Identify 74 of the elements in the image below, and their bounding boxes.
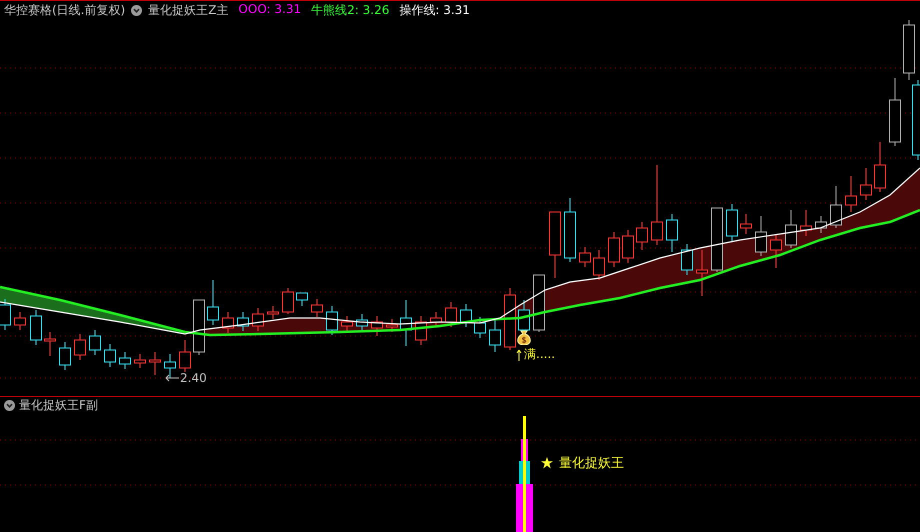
candlestick bbox=[356, 314, 368, 332]
candlestick bbox=[445, 302, 457, 328]
candlestick bbox=[889, 78, 901, 146]
candlestick bbox=[44, 332, 56, 356]
panel-title: 量化捉妖王F副 bbox=[19, 397, 98, 414]
candlestick bbox=[608, 232, 620, 268]
indicator-reading: 操作线: 3.31 bbox=[399, 2, 470, 19]
candlestick bbox=[460, 304, 472, 328]
stock-name: 华控赛格(日线.前复权) bbox=[4, 2, 126, 19]
up-arrow-icon bbox=[516, 348, 522, 360]
candlestick bbox=[119, 352, 131, 370]
candlestick bbox=[74, 334, 86, 360]
candlestick bbox=[14, 312, 26, 330]
candlestick bbox=[579, 246, 591, 268]
money-bag-icon bbox=[517, 330, 531, 345]
candlestick bbox=[386, 318, 398, 332]
signal-label: 量化捉妖王 bbox=[559, 455, 624, 472]
candlestick bbox=[222, 312, 234, 334]
candlestick bbox=[59, 342, 71, 370]
indicator-reading: 牛熊线2: 3.26 bbox=[311, 2, 390, 19]
candlestick bbox=[134, 354, 146, 368]
candlestick bbox=[193, 300, 205, 356]
candlestick bbox=[326, 306, 338, 336]
candlestick bbox=[30, 310, 42, 346]
signal-label: 满..... bbox=[524, 346, 556, 363]
candlestick bbox=[874, 142, 886, 192]
candlestick bbox=[179, 340, 191, 372]
candlestick bbox=[252, 308, 264, 332]
candlestick bbox=[549, 212, 561, 278]
candlestick bbox=[89, 330, 101, 356]
indicator-reading: OOO: 3.31 bbox=[238, 2, 302, 18]
candlestick bbox=[282, 288, 294, 314]
candlestick bbox=[800, 210, 812, 236]
candlestick bbox=[860, 168, 872, 200]
candlestick bbox=[430, 312, 442, 328]
candlestick bbox=[815, 216, 827, 234]
candlestick bbox=[341, 316, 353, 332]
candlestick bbox=[504, 288, 516, 350]
candlestick bbox=[830, 186, 842, 228]
candlestick bbox=[311, 298, 323, 318]
candlestick bbox=[533, 274, 545, 332]
candlestick bbox=[681, 244, 693, 276]
candlestick bbox=[636, 222, 648, 250]
indicator-name: 量化捉妖王Z主 bbox=[148, 2, 228, 19]
candlestick bbox=[711, 208, 723, 272]
candlestick bbox=[845, 176, 857, 212]
collapse-chevron-icon[interactable] bbox=[131, 5, 142, 16]
candlestick bbox=[785, 210, 797, 248]
star-icon bbox=[541, 457, 553, 469]
candlestick bbox=[149, 352, 161, 376]
candlestick bbox=[371, 316, 383, 336]
candlestick bbox=[267, 306, 279, 320]
candlestick bbox=[237, 312, 249, 332]
candlestick bbox=[696, 250, 708, 296]
low-price-label: 2.40 bbox=[180, 371, 207, 385]
candlestick bbox=[622, 230, 634, 264]
candlestick bbox=[593, 250, 605, 280]
candlestick bbox=[740, 214, 752, 234]
candlestick bbox=[726, 204, 738, 242]
candlestick bbox=[564, 198, 576, 262]
candlestick bbox=[207, 280, 219, 326]
candlestick bbox=[164, 354, 176, 378]
candlestick bbox=[489, 320, 501, 352]
collapse-chevron-icon[interactable] bbox=[4, 400, 15, 411]
left-arrow-icon bbox=[165, 374, 179, 382]
candlestick bbox=[666, 214, 678, 252]
candlestick bbox=[400, 300, 412, 346]
candlestick bbox=[415, 316, 427, 346]
candlestick bbox=[0, 298, 11, 330]
candlestick bbox=[296, 292, 308, 306]
candlestick bbox=[755, 216, 767, 256]
candlestick bbox=[770, 234, 782, 268]
candlestick bbox=[104, 344, 116, 368]
candlestick bbox=[474, 316, 486, 338]
